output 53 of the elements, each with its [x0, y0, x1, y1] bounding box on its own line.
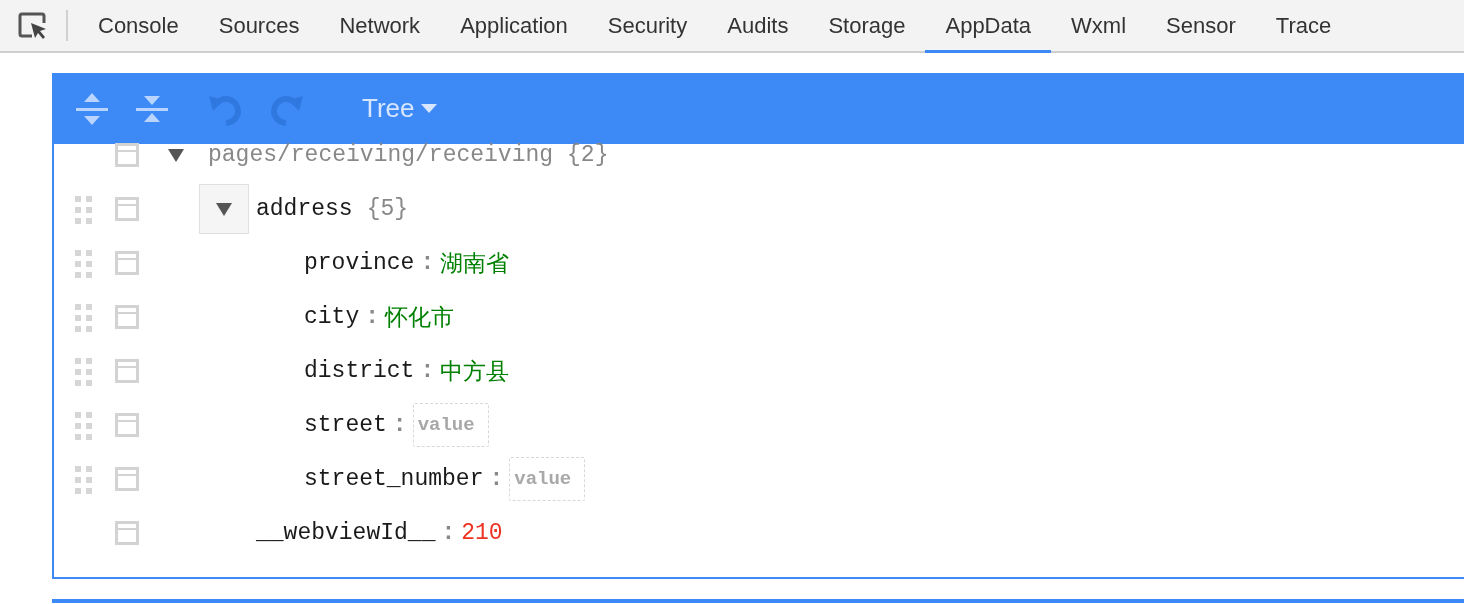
- tree-key: city: [304, 299, 360, 335]
- drag-handle-icon[interactable]: [73, 356, 93, 386]
- checkbox-icon[interactable]: [115, 521, 139, 545]
- colon: :: [441, 518, 456, 548]
- drag-handle-icon[interactable]: [73, 248, 93, 278]
- drag-handle-icon[interactable]: [73, 194, 93, 224]
- checkbox-icon[interactable]: [115, 251, 139, 275]
- drag-handle-icon[interactable]: [73, 464, 93, 494]
- colon: :: [392, 410, 407, 440]
- tree-key: __webviewId__: [256, 515, 436, 551]
- colon: :: [365, 302, 380, 332]
- colon: :: [489, 464, 504, 494]
- tree-key: province: [304, 245, 415, 281]
- tab[interactable]: Sensor: [1146, 0, 1256, 53]
- tab[interactable]: Console: [78, 0, 199, 53]
- drag-handle-icon[interactable]: [73, 410, 93, 440]
- expand-all-icon: [76, 91, 108, 126]
- tab[interactable]: Wxml: [1051, 0, 1147, 53]
- tab[interactable]: Sources: [198, 0, 320, 53]
- value-field[interactable]: value: [412, 403, 489, 447]
- value-field[interactable]: value: [509, 457, 586, 501]
- caret-down-icon: [420, 103, 437, 114]
- tab[interactable]: Audits: [707, 0, 809, 53]
- tab[interactable]: AppData: [925, 0, 1052, 53]
- checkbox-icon[interactable]: [115, 197, 139, 221]
- checkbox-icon[interactable]: [115, 413, 139, 437]
- tree-key: pages/receiving/receiving: [208, 137, 554, 173]
- colon: :: [420, 248, 435, 278]
- item-count: {2}: [567, 140, 609, 170]
- tab[interactable]: Security: [587, 0, 708, 53]
- checkbox-icon[interactable]: [115, 359, 139, 383]
- item-count: {5}: [366, 194, 409, 224]
- tab[interactable]: Storage: [808, 0, 926, 53]
- caret-down-icon: [215, 201, 233, 217]
- string-value: 中方县: [440, 356, 510, 386]
- checkbox-icon[interactable]: [115, 305, 139, 329]
- string-value: 湖南省: [440, 248, 510, 278]
- inspect-icon[interactable]: [18, 10, 48, 41]
- string-value: 怀化市: [385, 302, 455, 332]
- checkbox-icon[interactable]: [115, 143, 139, 167]
- checkbox-icon[interactable]: [115, 467, 139, 491]
- number-value: 210: [461, 518, 503, 548]
- colon: :: [420, 356, 435, 386]
- tree-key: address: [256, 191, 353, 227]
- expand-toggle[interactable]: [199, 184, 249, 234]
- tree-key: district: [304, 353, 415, 389]
- drag-handle-icon[interactable]: [73, 302, 93, 332]
- tab[interactable]: Trace: [1255, 0, 1352, 53]
- tab[interactable]: Application: [440, 0, 588, 53]
- caret-down-icon: [167, 147, 185, 163]
- tree-key: street: [304, 407, 387, 443]
- tab[interactable]: Network: [319, 0, 441, 53]
- tree-key: street_number: [304, 461, 484, 497]
